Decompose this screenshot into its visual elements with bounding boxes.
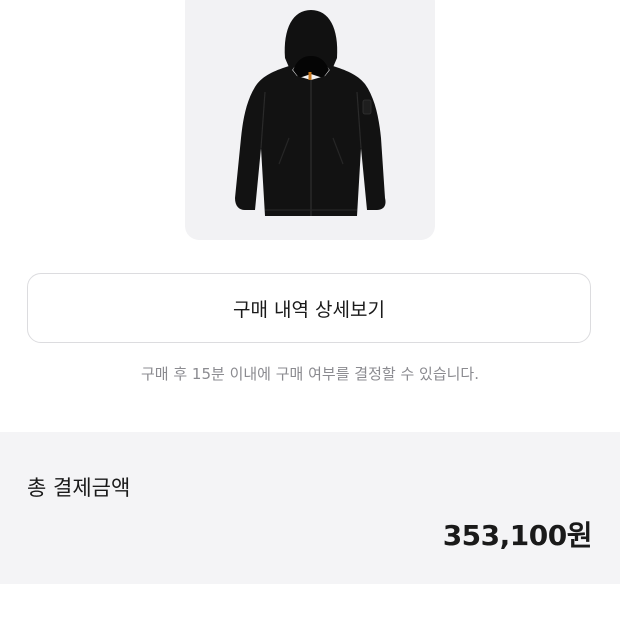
total-payment-amount: 353,100원 [442,519,593,552]
purchase-complete-screen: 구매 내역 상세보기 구매 후 15분 이내에 구매 여부를 결정할 수 있습니… [0,0,620,620]
purchase-detail-button[interactable]: 구매 내역 상세보기 [27,273,591,343]
product-image-card [185,0,435,240]
purchase-detail-label: 구매 내역 상세보기 [233,298,385,321]
jacket-icon [235,10,386,216]
bottom-section [0,584,620,620]
total-payment-label: 총 결제금액 [27,476,131,500]
payment-summary: 총 결제금액 353,100원 [0,432,620,584]
decision-notice-text: 구매 후 15분 이내에 구매 여부를 결정할 수 있습니다. [140,365,479,383]
